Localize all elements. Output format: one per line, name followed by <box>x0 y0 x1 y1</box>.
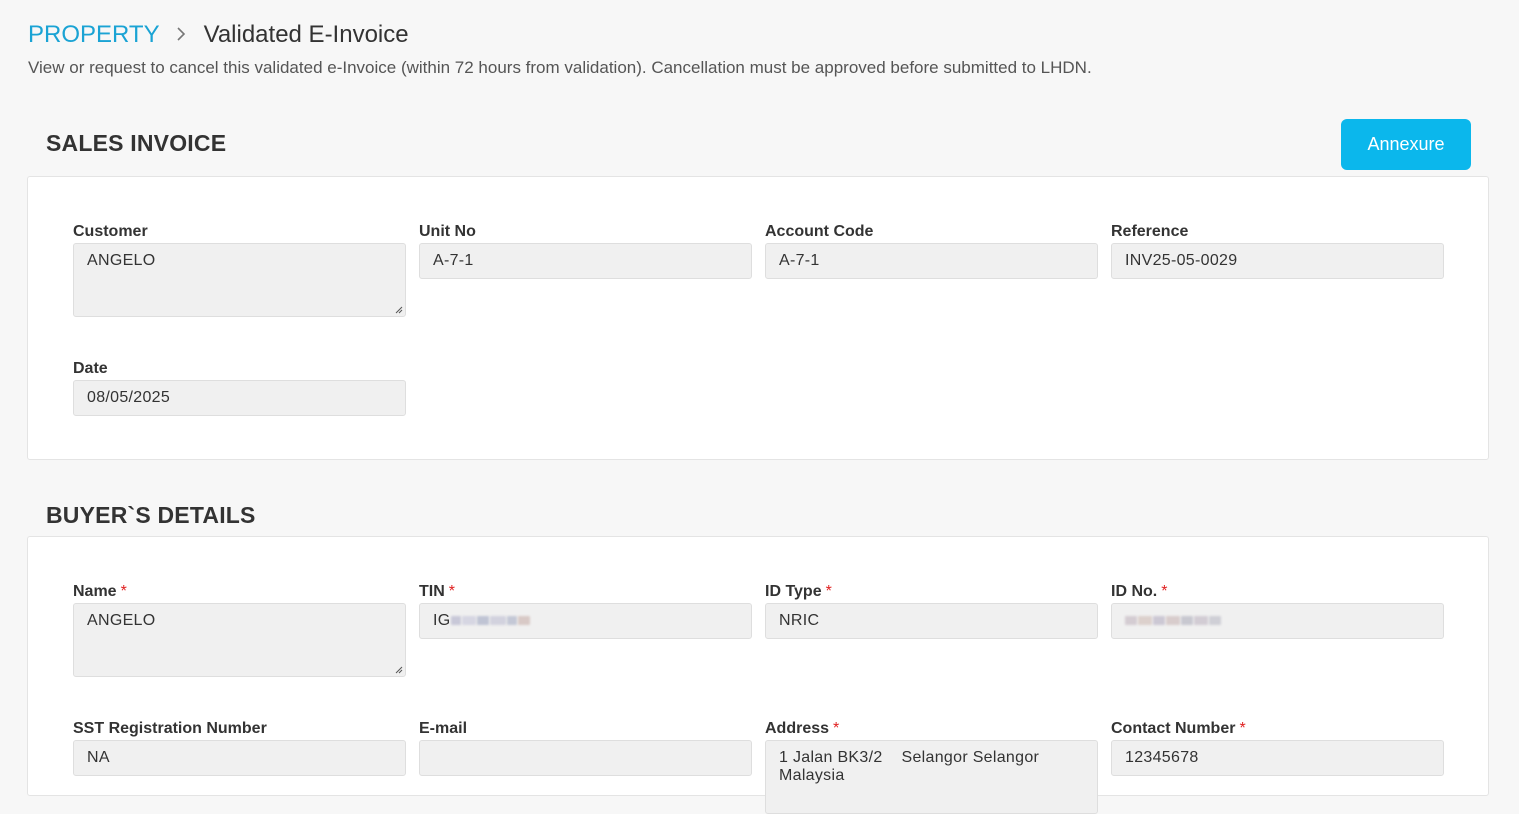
account-code-field: Account Code A-7-1 <box>765 223 1098 279</box>
date-label: Date <box>73 360 108 377</box>
required-marker: * <box>448 583 456 600</box>
id-type-field: ID Type * NRIC <box>765 583 1098 639</box>
buyer-details-card: Name * ANGELO TIN * IG ID Type * NRIC ID No… <box>27 536 1489 814</box>
customer-value: ANGELO <box>87 252 156 269</box>
tin-label: TIN * <box>419 583 456 600</box>
redacted-tin <box>450 616 531 626</box>
id-type-select[interactable]: NRIC <box>765 603 1098 639</box>
unit-no-field: Unit No A-7-1 <box>419 223 752 279</box>
tin-field: TIN * IG <box>419 583 752 639</box>
id-no-label: ID No. * <box>1111 583 1168 600</box>
contact-number-label: Contact Number * <box>1111 720 1246 737</box>
id-type-label: ID Type * <box>765 583 832 600</box>
name-input[interactable]: ANGELO <box>73 603 406 677</box>
account-code-input[interactable]: A-7-1 <box>765 243 1098 279</box>
annexure-button[interactable]: Annexure <box>1341 119 1471 170</box>
account-code-label: Account Code <box>765 223 874 240</box>
sst-input[interactable]: NA <box>73 740 406 776</box>
page-subtitle: View or request to cancel this validated… <box>28 58 1092 77</box>
reference-input[interactable]: INV25-05-0029 <box>1111 243 1444 279</box>
name-field: Name * ANGELO <box>73 583 406 677</box>
customer-field: Customer ANGELO <box>73 223 406 317</box>
page-title: Validated E-Invoice <box>203 21 409 48</box>
name-label: Name * <box>73 583 127 600</box>
customer-label: Customer <box>73 223 148 240</box>
required-marker: * <box>833 720 840 737</box>
required-marker: * <box>825 583 832 600</box>
address-field: Address * 1 Jalan BK3/2 Selangor Selangor… <box>765 720 1098 814</box>
contact-number-input[interactable]: 12345678 <box>1111 740 1444 776</box>
reference-label: Reference <box>1111 223 1189 240</box>
required-marker: * <box>1239 720 1246 737</box>
id-no-field: ID No. * <box>1111 583 1444 639</box>
sales-invoice-title: SALES INVOICE <box>46 130 227 156</box>
buyer-details-title: BUYER`S DETAILS <box>46 502 256 528</box>
unit-no-label: Unit No <box>419 223 476 240</box>
required-marker: * <box>1161 583 1168 600</box>
address-label: Address * <box>765 720 840 737</box>
email-label: E-mail <box>419 720 468 737</box>
address-input[interactable]: 1 Jalan BK3/2 Selangor Selangor Malaysia <box>765 740 1098 814</box>
redacted-id-no <box>1125 616 1222 626</box>
resize-handle-icon[interactable] <box>395 306 403 314</box>
sst-field: SST Registration Number NA <box>73 720 406 776</box>
breadcrumb-property-link[interactable]: PROPERTY <box>28 20 160 50</box>
required-marker: * <box>120 583 127 600</box>
unit-no-input[interactable]: A-7-1 <box>419 243 752 279</box>
customer-input[interactable]: ANGELO <box>73 243 406 317</box>
email-field: E-mail <box>419 720 752 776</box>
id-no-input[interactable] <box>1111 603 1444 639</box>
tin-value-prefix: IG <box>433 612 451 629</box>
sst-label: SST Registration Number <box>73 720 267 737</box>
tin-input[interactable]: IG <box>419 603 752 639</box>
date-input[interactable]: 08/05/2025 <box>73 380 406 416</box>
email-input[interactable] <box>419 740 752 776</box>
resize-handle-icon[interactable] <box>395 666 403 674</box>
name-value: ANGELO <box>87 612 156 629</box>
breadcrumb: PROPERTY Validated E-Invoice <box>28 20 409 50</box>
chevron-right-icon <box>176 20 186 50</box>
contact-number-field: Contact Number * 12345678 <box>1111 720 1444 776</box>
date-field: Date 08/05/2025 <box>73 360 406 416</box>
reference-field: Reference INV25-05-0029 <box>1111 223 1444 279</box>
sales-invoice-card: Customer ANGELO Unit No A-7-1 Account Co… <box>27 176 1489 460</box>
